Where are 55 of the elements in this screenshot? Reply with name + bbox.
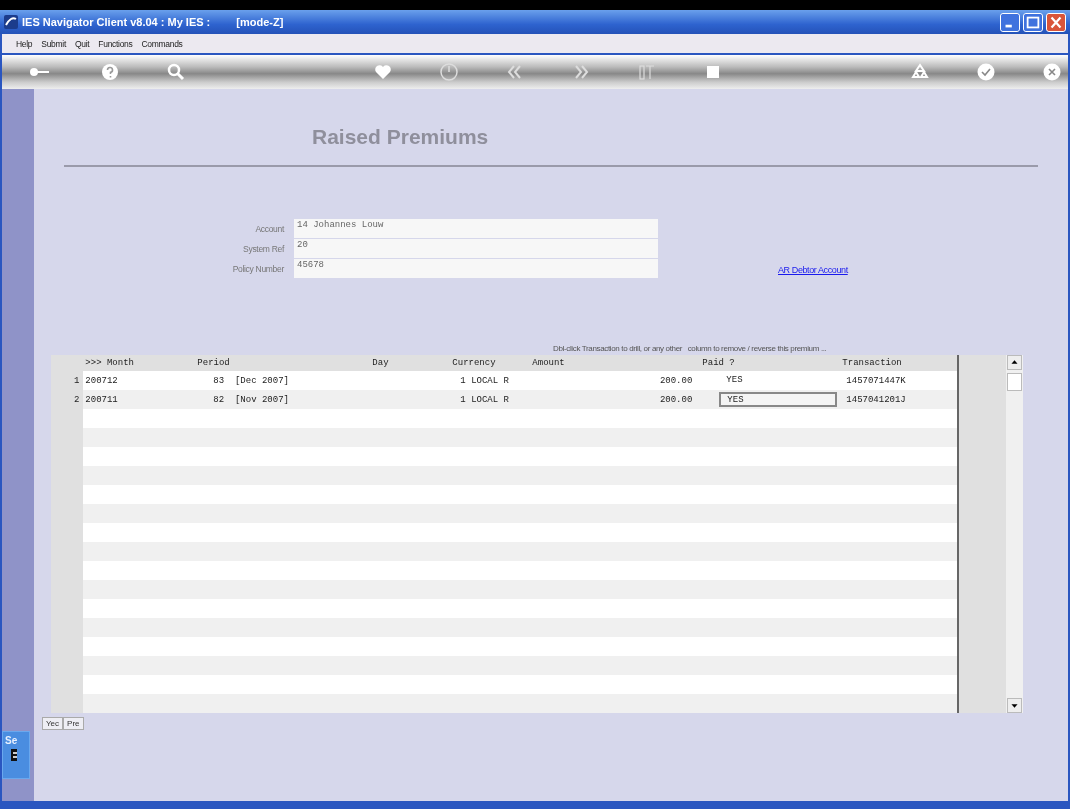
debtor-account-link[interactable]: AR Debtor Account [778,265,848,275]
columns-icon[interactable] [637,62,657,82]
table-cell[interactable]: 1457071447K [840,375,958,386]
column-header[interactable]: Transaction [840,358,958,368]
input-field[interactable]: 45678 [294,259,658,278]
check-icon[interactable] [976,62,996,82]
table-cell[interactable]: 83 [Dec 2007] [195,375,371,386]
menu-item[interactable]: Commands [141,38,183,49]
field-label: Account [254,223,286,234]
field-label: Policy Number [231,263,285,274]
table-cell[interactable]: 200711 [83,394,196,405]
hint-text: Dbl-click Transaction to drill, or any other column to remove / reverse this premium ... [553,344,828,353]
input-field[interactable]: 20 [294,239,658,258]
bottom-tab[interactable]: Yec [42,717,64,730]
search-icon[interactable] [166,62,186,82]
help-icon[interactable] [100,62,120,82]
column-header[interactable]: Period [195,358,371,368]
column-header[interactable]: Amount [530,358,701,368]
bottom-tab[interactable]: Pre [63,717,84,730]
column-header[interactable]: Day [370,358,451,368]
row-number: 1 [72,374,81,388]
table-cell[interactable]: 1 LOCAL R [450,394,531,405]
table-cell[interactable]: YES [719,392,838,407]
menu-item[interactable]: Quit [74,38,90,49]
scrollbar[interactable] [1006,355,1023,713]
table-cell[interactable]: YES [719,373,838,388]
page-title: Raised Premiums [312,125,490,149]
maximize-button[interactable] [1023,12,1043,32]
close-button[interactable] [1046,12,1066,32]
close-icon[interactable] [1042,62,1062,82]
table-cell[interactable]: 200712 [83,375,196,386]
column-header[interactable]: Paid ? [700,358,841,368]
minimize-button[interactable] [1000,12,1020,32]
scroll-thumb[interactable] [1007,373,1023,391]
heart-icon[interactable] [373,62,393,82]
table-cell[interactable]: 200.00 [530,394,701,405]
column-header[interactable]: Currency [450,358,531,368]
clock-icon[interactable] [439,62,459,82]
app-icon [4,15,18,29]
field-label: System Ref [242,243,286,254]
row-number: 2 [72,393,81,407]
table-cell[interactable]: 1457041201J [840,394,958,405]
menu-item[interactable]: Submit [41,38,66,49]
scroll-up-button[interactable] [1007,355,1023,370]
mode-label: [mode-Z] [236,16,284,28]
menu-item[interactable]: Functions [98,38,133,49]
side-icon [11,749,17,761]
scroll-down-button[interactable] [1007,698,1023,713]
table-cell[interactable]: 1 LOCAL R [450,375,531,386]
table-cell[interactable]: 82 [Nov 2007] [195,394,371,405]
window-title: IES Navigator Client v8.04 : My IES : [22,16,211,28]
menu-item[interactable]: Help [16,38,33,49]
column-header[interactable]: >>> Month [83,358,196,368]
table-cell[interactable]: 200.00 [530,375,701,386]
input-field[interactable]: 14 Johannes Louw [294,219,658,238]
